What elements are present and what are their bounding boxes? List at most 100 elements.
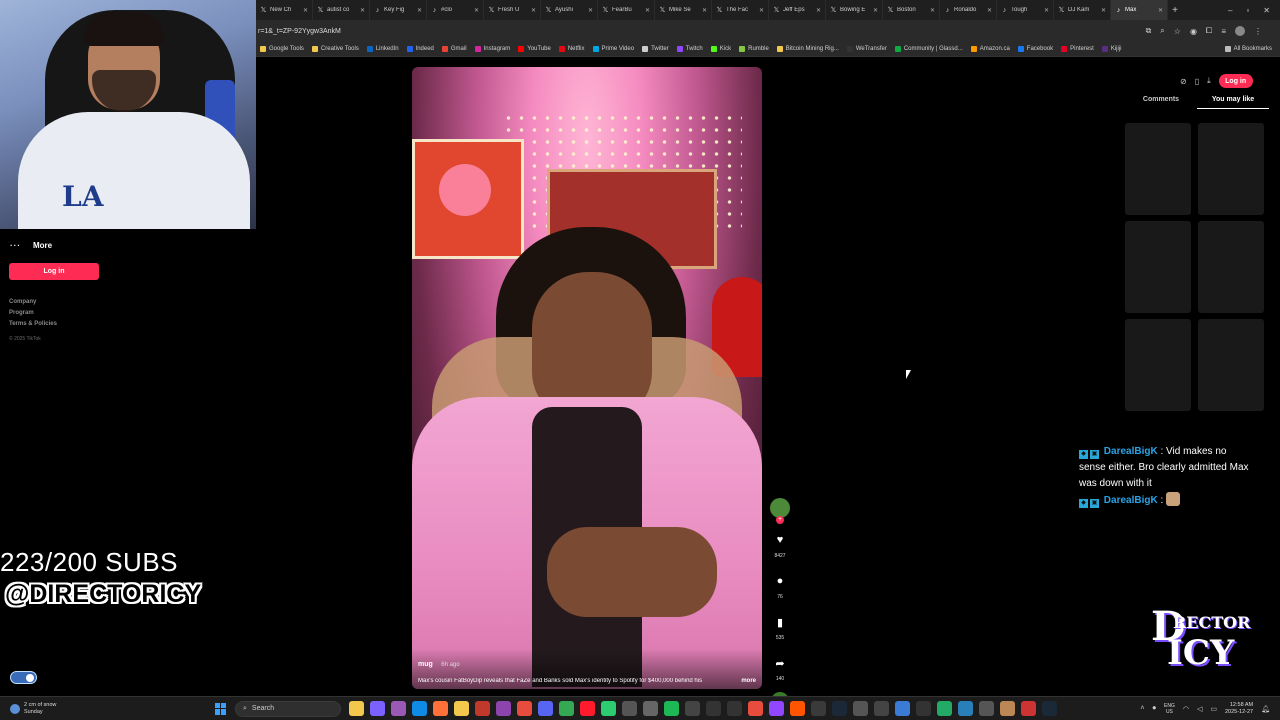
close-tab-icon[interactable]: ✕ [531, 7, 536, 14]
phone-icon[interactable]: ▯ [1195, 77, 1199, 86]
spotify-icon[interactable] [664, 701, 679, 716]
video-player[interactable]: mug 6h ago Max's cousin FatBoyDip reveal… [412, 67, 762, 689]
kebab-menu-icon[interactable]: ⋮ [1254, 27, 1262, 36]
puzzle-icon[interactable]: ⧠ [1206, 26, 1212, 36]
app-icon[interactable] [496, 701, 511, 716]
bookmark-item[interactable]: Creative Tools [311, 46, 359, 52]
app-icon[interactable] [391, 701, 406, 716]
folder-icon[interactable] [454, 701, 469, 716]
app-icon[interactable] [853, 701, 868, 716]
tab-comments[interactable]: Comments [1125, 96, 1197, 109]
edge-icon[interactable] [412, 701, 427, 716]
recommendation-tile[interactable] [1125, 123, 1191, 215]
app-icon[interactable] [685, 701, 700, 716]
browser-tab[interactable]: ♪ #clo ✕ [427, 0, 484, 20]
bookmark-item[interactable]: Gmail [441, 46, 467, 52]
more-menu-item[interactable]: ··· More [10, 241, 52, 250]
zoom-icon[interactable]: ⌕ [1160, 26, 1164, 36]
copilot-icon[interactable] [370, 701, 385, 716]
close-tab-icon[interactable]: ✕ [930, 7, 935, 14]
firefox-icon[interactable] [433, 701, 448, 716]
close-tab-icon[interactable]: ✕ [474, 7, 479, 14]
share-icon[interactable]: ➦ [770, 653, 790, 673]
download-icon[interactable]: ⤓ [1207, 76, 1211, 86]
discord-icon[interactable] [538, 701, 553, 716]
browser-tab[interactable]: 𝕏 DJ Kam ✕ [1054, 0, 1111, 20]
comment-icon[interactable]: ● [770, 571, 790, 591]
recommendation-tile[interactable] [1125, 319, 1191, 411]
browser-tab[interactable]: 𝕏 FearBu ✕ [598, 0, 655, 20]
system-clock[interactable]: 12:58 AM 2025-12-27 [1225, 702, 1253, 716]
browser-tab[interactable]: 𝕏autist co ✕ [313, 0, 370, 20]
recommendation-tile[interactable] [1198, 319, 1264, 411]
app-icon[interactable] [790, 701, 805, 716]
steam-icon[interactable] [1042, 701, 1057, 716]
bookmark-item[interactable]: Twitter [642, 46, 669, 52]
close-tab-icon[interactable]: ✕ [1158, 7, 1163, 14]
file-explorer-icon[interactable] [349, 701, 364, 716]
like-icon[interactable]: ♥ [770, 530, 790, 550]
bookmark-item[interactable]: Bitcoin Mining Rig... [776, 46, 839, 52]
bookmark-star-icon[interactable]: ☆ [1174, 27, 1181, 36]
app-icon[interactable] [916, 701, 931, 716]
app-icon[interactable] [1000, 701, 1015, 716]
browser-tab[interactable]: 𝕏 Jeff Eps ✕ [769, 0, 826, 20]
close-tab-icon[interactable]: ✕ [816, 7, 821, 14]
app-icon[interactable] [727, 701, 742, 716]
windows-start-icon[interactable] [215, 702, 227, 715]
close-tab-icon[interactable]: ✕ [873, 7, 878, 14]
close-tab-icon[interactable]: ✕ [1101, 7, 1106, 14]
app-icon[interactable] [874, 701, 889, 716]
app-icon[interactable] [1021, 701, 1036, 716]
app-icon[interactable] [517, 701, 532, 716]
app-icon[interactable] [601, 701, 616, 716]
bookmark-item[interactable]: LinkedIn [366, 46, 399, 52]
chrome-icon[interactable] [559, 701, 574, 716]
new-tab-button[interactable]: + [1168, 5, 1182, 16]
bookmark-item[interactable]: Amazon.ca [970, 46, 1010, 52]
bookmark-item[interactable]: YouTube [518, 46, 551, 52]
browser-tab[interactable]: ♪ Ronaldo ✕ [940, 0, 997, 20]
browser-tab[interactable]: 𝕏 New Ch ✕ [256, 0, 313, 20]
app-icon[interactable] [748, 701, 763, 716]
close-tab-icon[interactable]: ✕ [645, 7, 650, 14]
chevron-up-icon[interactable]: ˄ [1140, 705, 1144, 712]
bookmark-icon[interactable]: ▮ [770, 612, 790, 632]
bookmark-item[interactable]: Netflix [558, 46, 585, 52]
close-tab-icon[interactable]: ✕ [759, 7, 764, 14]
language-indicator[interactable]: ENG US [1164, 703, 1175, 715]
url-field[interactable]: r=1&_t=ZP-92Yygw3AnkM [256, 28, 341, 35]
header-login-button[interactable]: Log in [1218, 74, 1253, 88]
footer-link-terms[interactable]: Terms & Policies [9, 321, 57, 327]
bookmark-item[interactable]: Pinterest [1061, 46, 1094, 52]
profile-avatar[interactable] [1235, 26, 1245, 36]
app-icon[interactable] [622, 701, 637, 716]
mic-icon[interactable]: ⏺ [1153, 705, 1157, 713]
app-icon[interactable] [979, 701, 994, 716]
taskbar-search[interactable]: ⌕ Search [235, 700, 341, 717]
footer-link-program[interactable]: Program [9, 310, 57, 316]
menu-lines-icon[interactable]: ≡ [1221, 27, 1226, 36]
notification-bell-icon[interactable]: 🔔︎ [1261, 705, 1270, 713]
steam-icon[interactable] [832, 701, 847, 716]
battery-icon[interactable]: ▭ [1210, 705, 1217, 713]
browser-tab[interactable]: 𝕏 Fresh U ✕ [484, 0, 541, 20]
cast-icon[interactable]: ⧉ [1146, 26, 1152, 36]
bookmark-item[interactable]: Facebook [1017, 46, 1053, 52]
bookmark-item[interactable]: Prime Video [592, 46, 634, 52]
bookmark-item[interactable]: Kijiji [1101, 46, 1122, 52]
bookmark-item[interactable]: Kick [710, 46, 731, 52]
browser-tab[interactable]: 𝕏 Bowing E ✕ [826, 0, 883, 20]
browser-tab[interactable]: ♪ Tough ✕ [997, 0, 1054, 20]
bookmark-item[interactable]: Indeed [406, 46, 434, 52]
close-tab-icon[interactable]: ✕ [702, 7, 707, 14]
close-tab-icon[interactable]: ✕ [303, 7, 308, 14]
volume-icon[interactable]: ◁ [1197, 705, 1202, 713]
bookmark-item[interactable]: Rumble [739, 46, 769, 52]
minimize-icon[interactable]: – [1228, 6, 1232, 15]
video-author[interactable]: mug [418, 661, 433, 668]
app-icon[interactable] [958, 701, 973, 716]
close-tab-icon[interactable]: ✕ [1044, 7, 1049, 14]
settings-icon[interactable]: ⊘ [1180, 77, 1187, 86]
browser-tab[interactable]: ♪ Max ✕ [1111, 0, 1168, 20]
